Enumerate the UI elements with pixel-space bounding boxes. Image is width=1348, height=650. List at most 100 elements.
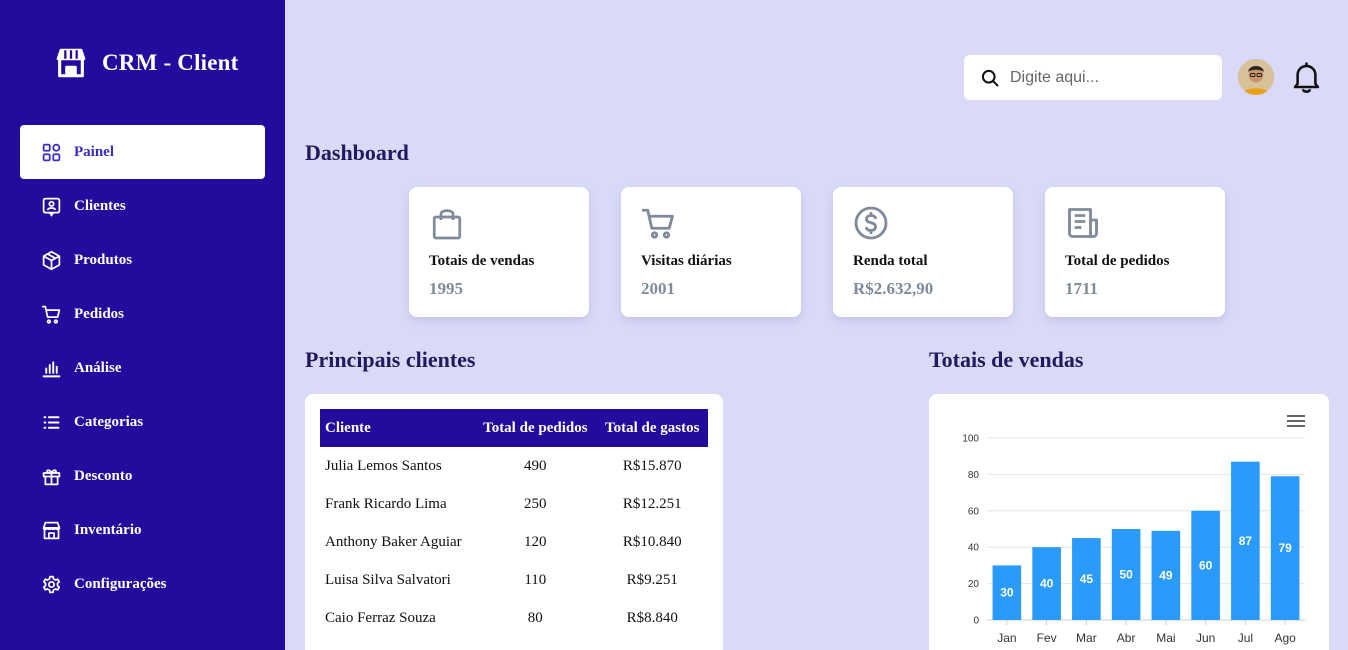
store-icon — [56, 48, 86, 78]
table-row[interactable]: Caio Ferraz Souza 80 R$8.840 — [320, 599, 708, 637]
stat-card-visits[interactable]: Visitas diárias 2001 — [621, 187, 801, 317]
table-row[interactable]: Luisa Silva Salvatori 110 R$9.251 — [320, 561, 708, 599]
sidebar: CRM - Client Painel Clientes Produtos Pe… — [0, 0, 285, 650]
data-label: 60 — [1199, 558, 1213, 572]
client-spend: R$12.251 — [622, 495, 682, 512]
brand[interactable]: CRM - Client — [54, 46, 239, 80]
x-tick-label: Jan — [997, 631, 1016, 645]
receipt-icon — [1068, 208, 1098, 238]
column-header-client[interactable]: Cliente — [320, 409, 475, 447]
stat-card-income[interactable]: Renda total R$2.632,90 — [833, 187, 1013, 317]
cart-icon — [41, 305, 61, 324]
user-card-icon — [42, 197, 61, 217]
y-tick-label: 20 — [968, 579, 980, 590]
sidebar-item-desconto[interactable]: Desconto — [20, 449, 265, 503]
table-row[interactable]: Frank Ricardo Lima 250 R$12.251 — [320, 485, 708, 523]
data-label: 87 — [1239, 534, 1253, 548]
search-icon — [981, 69, 999, 86]
data-label: 40 — [1040, 577, 1054, 591]
y-tick-label: 40 — [968, 543, 980, 554]
sales-bar-chart: 0 20 40 60 80 100 30 Jan 40 Fev 45 Mar 50 Abr 49 Mai 60 J… — [962, 434, 1305, 645]
sidebar-item-categorias[interactable]: Categorias — [20, 395, 265, 449]
sidebar-item-label: Pedidos — [74, 305, 125, 322]
brand-title: CRM - Client — [102, 50, 239, 75]
shopping-bag-icon — [432, 209, 462, 240]
client-orders: 110 — [524, 571, 547, 588]
clients-table: Cliente Total de pedidos Total de gastos… — [320, 409, 708, 637]
clients-title: Principais clientes — [305, 347, 476, 372]
bell-icon[interactable] — [1291, 61, 1322, 94]
sidebar-item-painel[interactable]: Painel — [20, 125, 265, 179]
stat-label: Totais de vendas — [429, 253, 535, 269]
data-label: 45 — [1080, 572, 1094, 586]
user-avatar-icon — [1238, 59, 1274, 95]
table-row[interactable]: Anthony Baker Aguiar 120 R$10.840 — [320, 523, 708, 561]
client-spend: R$15.870 — [622, 457, 682, 474]
search-input[interactable] — [1010, 68, 1210, 87]
y-tick-label: 60 — [968, 506, 980, 517]
x-tick-label: Mai — [1156, 631, 1175, 645]
data-label: 79 — [1278, 541, 1292, 555]
y-tick-label: 0 — [973, 616, 979, 627]
data-label: 49 — [1159, 568, 1173, 582]
clients-panel: Cliente Total de pedidos Total de gastos… — [305, 394, 723, 650]
sidebar-item-analise[interactable]: Análise — [20, 341, 265, 395]
column-header-spend[interactable]: Total de gastos — [596, 409, 708, 447]
sidebar-item-label: Clientes — [74, 197, 126, 214]
stat-card-orders[interactable]: Total de pedidos 1711 — [1045, 187, 1225, 317]
stat-value: 1995 — [429, 279, 463, 298]
client-orders: 80 — [527, 609, 543, 626]
data-label: 50 — [1119, 568, 1133, 582]
y-tick-label: 100 — [962, 434, 979, 445]
sidebar-item-configuracoes[interactable]: Configurações — [20, 557, 265, 611]
bar-chart-icon — [42, 360, 61, 377]
list-icon — [43, 415, 60, 429]
stat-label: Visitas diárias — [641, 253, 732, 269]
y-tick-label: 80 — [968, 470, 980, 481]
sales-chart-panel: 0 20 40 60 80 100 30 Jan 40 Fev 45 Mar 50 Abr 49 Mai 60 J… — [929, 394, 1329, 650]
sidebar-item-label: Análise — [74, 359, 122, 376]
sidebar-item-label: Desconto — [74, 467, 133, 484]
column-header-orders[interactable]: Total de pedidos — [474, 409, 597, 447]
client-orders: 490 — [524, 457, 547, 474]
stat-label: Total de pedidos — [1065, 253, 1170, 269]
client-name: Julia Lemos Santos — [325, 457, 442, 474]
x-tick-label: Fev — [1037, 631, 1057, 645]
client-spend: R$8.840 — [626, 609, 678, 626]
client-spend: R$9.251 — [626, 571, 678, 588]
gear-icon — [42, 575, 61, 593]
sidebar-item-pedidos[interactable]: Pedidos — [20, 287, 265, 341]
sidebar-item-produtos[interactable]: Produtos — [20, 233, 265, 287]
data-label: 30 — [1000, 586, 1014, 600]
sidebar-item-inventario[interactable]: Inventário — [20, 503, 265, 557]
box-icon — [42, 250, 61, 270]
table-row[interactable]: Julia Lemos Santos 490 R$15.870 — [320, 447, 708, 485]
x-tick-label: Jul — [1238, 631, 1253, 645]
avatar[interactable] — [1238, 59, 1274, 95]
x-tick-label: Mar — [1076, 631, 1097, 645]
stat-label: Renda total — [853, 253, 928, 269]
client-spend: R$10.840 — [622, 533, 682, 550]
search-bar[interactable] — [964, 55, 1222, 100]
client-name: Anthony Baker Aguiar — [325, 533, 462, 550]
client-name: Luisa Silva Salvatori — [325, 571, 451, 588]
gift-icon — [42, 468, 61, 485]
client-orders: 250 — [524, 495, 547, 512]
client-orders: 120 — [524, 533, 547, 550]
cart-icon — [641, 208, 674, 239]
warehouse-icon — [42, 521, 61, 539]
sidebar-item-clientes[interactable]: Clientes — [20, 179, 265, 233]
sidebar-item-label: Produtos — [74, 251, 133, 268]
page-title: Dashboard — [305, 140, 409, 165]
sidebar-item-label: Inventário — [74, 521, 142, 538]
sidebar-item-label: Categorias — [74, 413, 144, 430]
x-tick-label: Abr — [1117, 631, 1136, 645]
stat-value: 2001 — [641, 279, 675, 298]
dollar-coin-icon — [854, 206, 888, 240]
sidebar-item-label: Painel — [74, 143, 114, 160]
sidebar-nav: Painel Clientes Produtos Pedidos Análise… — [20, 125, 265, 611]
x-tick-label: Ago — [1274, 631, 1296, 645]
sales-chart-title: Totais de vendas — [929, 347, 1084, 372]
client-name: Frank Ricardo Lima — [325, 495, 447, 512]
stat-card-sales[interactable]: Totais de vendas 1995 — [409, 187, 589, 317]
